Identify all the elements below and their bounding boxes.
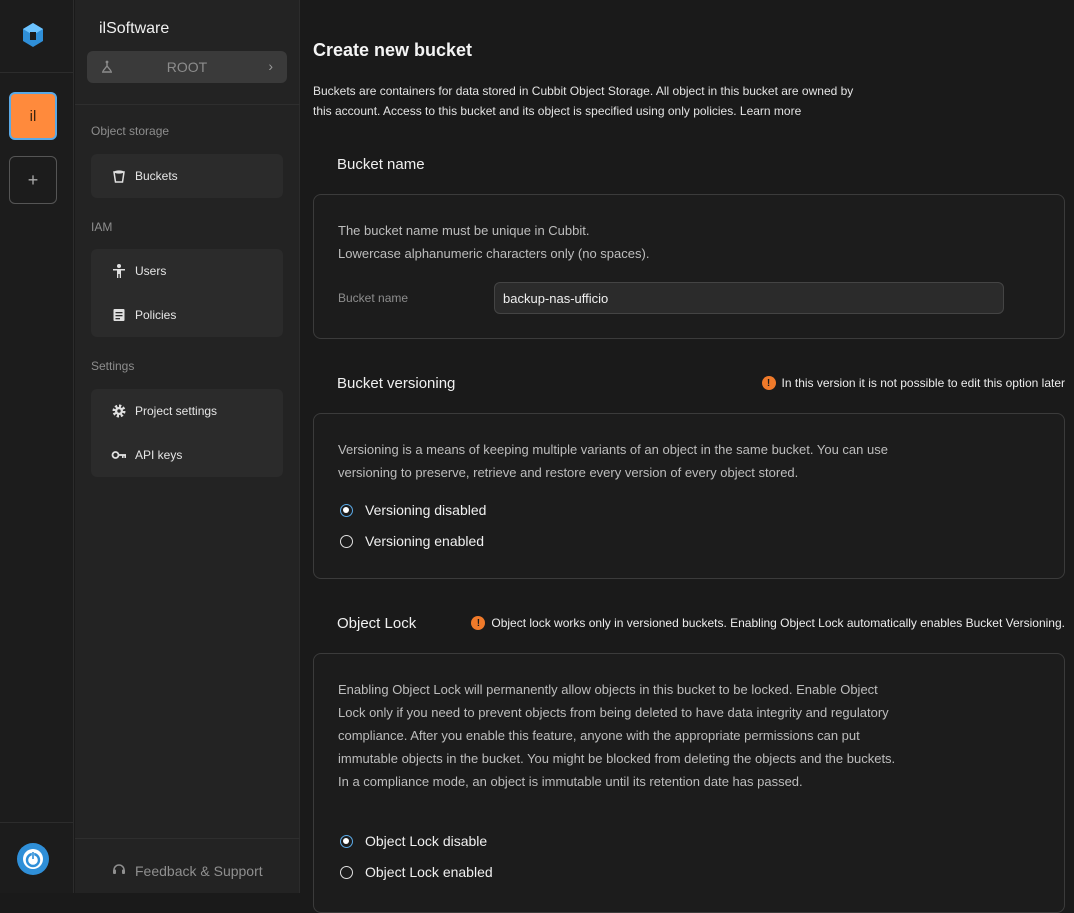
section-settings: Settings — [91, 359, 135, 373]
sidebar-item-policies[interactable]: Policies — [91, 293, 283, 337]
warning-icon: ! — [761, 376, 776, 390]
section-iam: IAM — [91, 220, 113, 234]
nav-group-settings: Project settings API keys — [91, 389, 283, 477]
radio-selected-icon[interactable] — [340, 834, 353, 848]
bucket-name-help-1: The bucket name must be unique in Cubbit… — [338, 223, 590, 238]
sidebar-item-project-settings[interactable]: Project settings — [91, 389, 283, 433]
add-project-button[interactable]: + — [9, 156, 57, 204]
object-lock-option-enabled[interactable]: Object Lock enabled — [340, 864, 493, 880]
object-lock-card: Enabling Object Lock will permanently al… — [313, 653, 1065, 913]
radio-label: Object Lock enabled — [365, 864, 493, 880]
organization-name: ilSoftware — [99, 20, 170, 37]
bucket-name-help-2: Lowercase alphanumeric characters only (… — [338, 246, 650, 261]
add-label: + — [27, 169, 39, 190]
project-initials: il — [29, 107, 37, 125]
project-avatar[interactable]: il — [9, 92, 57, 140]
radio-label: Versioning enabled — [365, 533, 485, 549]
sidebar: ilSoftware ROOT › Object storage Buckets… — [75, 0, 300, 893]
feedback-label: Feedback & Support — [135, 862, 263, 879]
sidebar-item-label: Policies — [135, 308, 177, 322]
sidebar-item-label: Project settings — [135, 404, 218, 418]
sidebar-divider-bottom — [75, 838, 300, 839]
versioning-option-disabled[interactable]: Versioning disabled — [340, 502, 486, 518]
page-description: Buckets are containers for data stored i… — [313, 84, 854, 118]
sidebar-item-label: Users — [135, 264, 167, 278]
main-content: Create new bucket Buckets are containers… — [301, 0, 1074, 913]
rail-divider-bottom — [0, 822, 74, 823]
object-lock-warning: ! Object lock works only in versioned bu… — [471, 616, 1065, 630]
power-icon[interactable] — [17, 843, 49, 875]
object-lock-option-disable[interactable]: Object Lock disable — [340, 833, 487, 849]
bucket-name-field-label: Bucket name — [338, 291, 409, 305]
sidebar-item-api-keys[interactable]: API keys — [91, 433, 283, 477]
bucket-name-input[interactable] — [494, 282, 1004, 314]
key-icon — [111, 447, 127, 463]
radio-label: Versioning disabled — [365, 502, 487, 518]
sidebar-item-label: API keys — [135, 448, 183, 462]
document-icon — [111, 307, 127, 323]
sidebar-item-users[interactable]: Users — [91, 249, 283, 293]
user-icon — [111, 263, 127, 279]
feedback-support-link[interactable]: Feedback & Support — [111, 861, 263, 880]
object-lock-warning-text: Object lock works only in versioned buck… — [491, 616, 1065, 630]
cubbit-logo-icon[interactable] — [22, 22, 44, 48]
versioning-warning: ! In this version it is not possible to … — [761, 376, 1065, 390]
root-selector-button[interactable]: ROOT › — [87, 51, 287, 83]
bucket-name-card: The bucket name must be unique in Cubbit… — [313, 194, 1065, 339]
versioning-title: Bucket versioning — [337, 375, 456, 392]
radio-selected-icon[interactable] — [340, 503, 353, 517]
object-lock-title: Object Lock — [337, 615, 417, 632]
root-label: ROOT — [166, 59, 208, 75]
versioning-warning-text: In this version it is not possible to ed… — [781, 376, 1065, 390]
warning-icon: ! — [471, 616, 486, 630]
nav-group-iam: Users Policies — [91, 249, 283, 337]
bucket-icon — [111, 168, 127, 184]
nav-group-object-storage: Buckets — [91, 154, 283, 198]
chevron-right-icon: › — [268, 58, 273, 74]
sidebar-item-buckets[interactable]: Buckets — [91, 154, 283, 198]
gear-icon — [111, 403, 127, 419]
headset-icon — [111, 861, 127, 880]
radio-unselected-icon[interactable] — [340, 534, 353, 548]
page-title: Create new bucket — [313, 40, 473, 60]
rail-divider — [0, 72, 74, 73]
bucket-name-title: Bucket name — [337, 156, 425, 173]
sidebar-divider — [75, 104, 300, 105]
versioning-description: Versioning is a means of keeping multipl… — [338, 442, 888, 480]
versioning-option-enabled[interactable]: Versioning enabled — [340, 533, 484, 549]
sidebar-item-label: Buckets — [135, 169, 178, 183]
versioning-card: Versioning is a means of keeping multipl… — [313, 413, 1065, 579]
section-object-storage: Object storage — [91, 124, 170, 138]
sandbox-icon — [99, 59, 115, 75]
radio-unselected-icon[interactable] — [340, 865, 353, 879]
object-lock-description: Enabling Object Lock will permanently al… — [338, 682, 896, 789]
project-rail: il + — [0, 0, 74, 893]
radio-label: Object Lock disable — [365, 833, 488, 849]
